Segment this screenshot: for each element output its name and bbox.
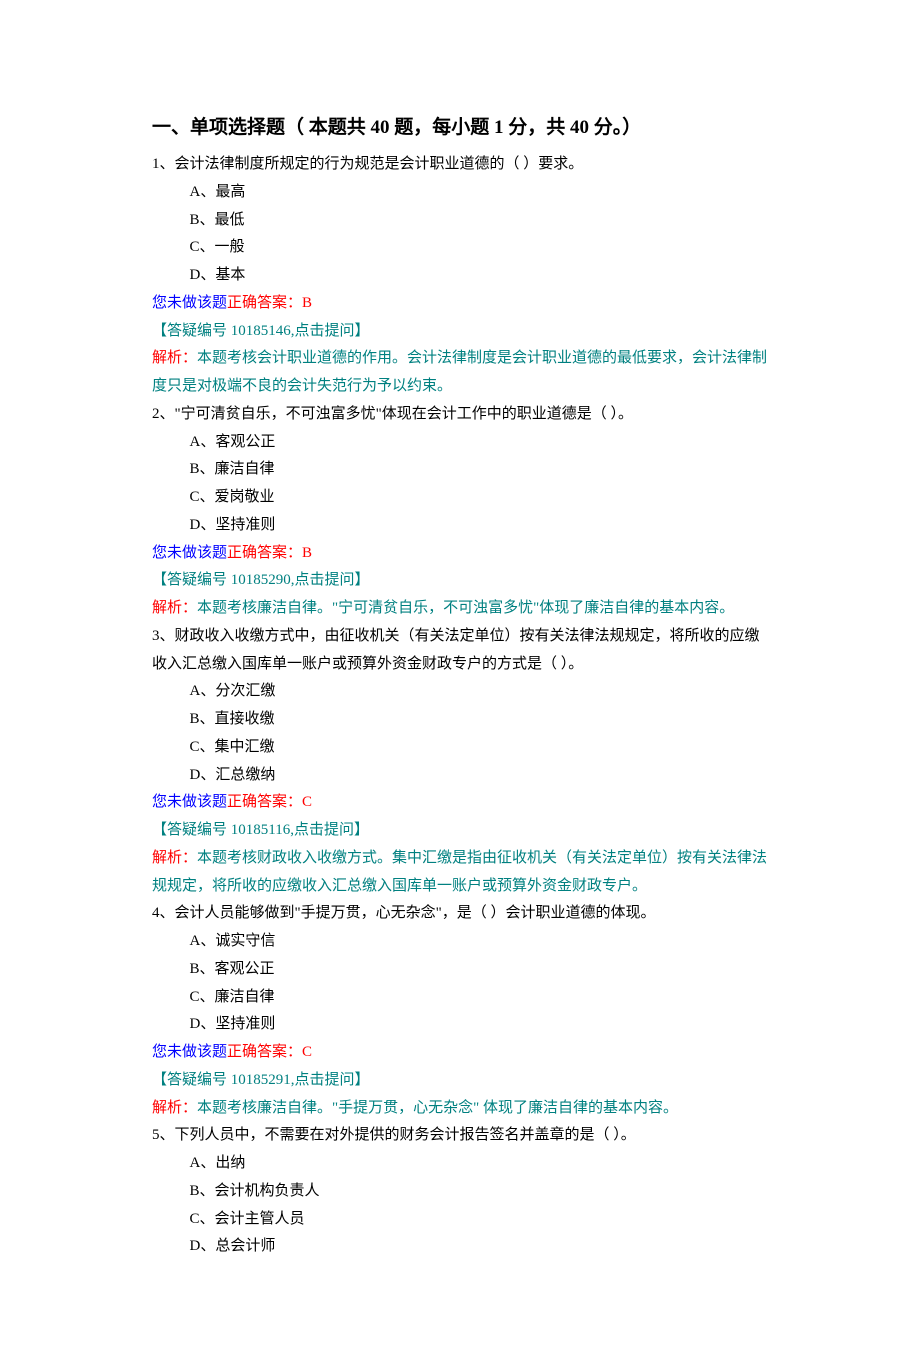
reference-link[interactable]: 【答疑编号 10185146,点击提问】 [152, 318, 768, 346]
ref-suffix: ,点击提问】 [291, 323, 370, 339]
correct-answer-label: 正确答案： [227, 545, 302, 561]
correct-answer-label: 正确答案： [227, 295, 302, 311]
analysis-body: 本题考核廉洁自律。"手提万贯，心无杂念" 体现了廉洁自律的基本内容。 [197, 1100, 678, 1116]
not-done-label: 您未做该题 [152, 1044, 227, 1060]
not-done-label: 您未做该题 [152, 794, 227, 810]
option-d: D、汇总缴纳 [152, 762, 768, 790]
ref-suffix: ,点击提问】 [291, 572, 370, 588]
ref-prefix: 【答疑编号 [152, 822, 231, 838]
analysis-body: 本题考核廉洁自律。"宁可清贫自乐，不可浊富多忧"体现了廉洁自律的基本内容。 [197, 600, 734, 616]
option-c: C、一般 [152, 234, 768, 262]
answer-status: 您未做该题正确答案：B [152, 290, 768, 318]
analysis-label: 解析： [152, 600, 197, 616]
ref-number: 10185290 [231, 572, 291, 588]
ref-prefix: 【答疑编号 [152, 1072, 231, 1088]
option-c: C、集中汇缴 [152, 734, 768, 762]
reference-link[interactable]: 【答疑编号 10185291,点击提问】 [152, 1067, 768, 1095]
correct-answer-value: C [302, 794, 312, 810]
option-b: B、会计机构负责人 [152, 1178, 768, 1206]
option-c: C、廉洁自律 [152, 984, 768, 1012]
analysis-text: 解析：本题考核廉洁自律。"手提万贯，心无杂念" 体现了廉洁自律的基本内容。 [152, 1095, 768, 1123]
answer-status: 您未做该题正确答案：C [152, 1039, 768, 1067]
not-done-label: 您未做该题 [152, 295, 227, 311]
analysis-body: 本题考核会计职业道德的作用。会计法律制度是会计职业道德的最低要求，会计法律制度只… [152, 350, 767, 394]
question-text: 1、会计法律制度所规定的行为规范是会计职业道德的（ ）要求。 [152, 151, 768, 179]
question-number: 5、 [152, 1127, 175, 1143]
option-c: C、会计主管人员 [152, 1206, 768, 1234]
ref-suffix: ,点击提问】 [290, 822, 369, 838]
correct-answer-value: B [302, 545, 312, 561]
ref-number: 10185146 [231, 323, 291, 339]
question-number: 3、 [152, 628, 175, 644]
analysis-label: 解析： [152, 350, 197, 366]
reference-link[interactable]: 【答疑编号 10185290,点击提问】 [152, 567, 768, 595]
reference-link[interactable]: 【答疑编号 10185116,点击提问】 [152, 817, 768, 845]
ref-prefix: 【答疑编号 [152, 323, 231, 339]
option-b: B、客观公正 [152, 956, 768, 984]
option-a: A、最高 [152, 179, 768, 207]
option-d: D、坚持准则 [152, 1011, 768, 1039]
question-body: 会计法律制度所规定的行为规范是会计职业道德的（ ）要求。 [175, 156, 584, 172]
ref-suffix: ,点击提问】 [291, 1072, 370, 1088]
option-d: D、基本 [152, 262, 768, 290]
analysis-text: 解析：本题考核廉洁自律。"宁可清贫自乐，不可浊富多忧"体现了廉洁自律的基本内容。 [152, 595, 768, 623]
section-title: 一、单项选择题（ 本题共 40 题，每小题 1 分，共 40 分。） [152, 110, 768, 145]
correct-answer-label: 正确答案： [227, 794, 302, 810]
question-body: 下列人员中，不需要在对外提供的财务会计报告签名并盖章的是（ ）。 [175, 1127, 636, 1143]
answer-status: 您未做该题正确答案：C [152, 789, 768, 817]
question-body: "宁可清贫自乐，不可浊富多忧"体现在会计工作中的职业道德是（ ）。 [175, 406, 634, 422]
option-b: B、最低 [152, 207, 768, 235]
correct-answer-value: B [302, 295, 312, 311]
analysis-label: 解析： [152, 850, 197, 866]
question-text: 3、财政收入收缴方式中，由征收机关（有关法定单位）按有关法律法规规定，将所收的应… [152, 623, 768, 679]
option-a: A、出纳 [152, 1150, 768, 1178]
question-body: 财政收入收缴方式中，由征收机关（有关法定单位）按有关法律法规规定，将所收的应缴收… [152, 628, 760, 672]
ref-number: 10185291 [231, 1072, 291, 1088]
question-text: 5、下列人员中，不需要在对外提供的财务会计报告签名并盖章的是（ ）。 [152, 1122, 768, 1150]
option-d: D、坚持准则 [152, 512, 768, 540]
ref-number: 10185116 [231, 822, 290, 838]
question-text: 2、"宁可清贫自乐，不可浊富多忧"体现在会计工作中的职业道德是（ ）。 [152, 401, 768, 429]
question-number: 1、 [152, 156, 175, 172]
option-b: B、直接收缴 [152, 706, 768, 734]
ref-prefix: 【答疑编号 [152, 572, 231, 588]
analysis-text: 解析：本题考核财政收入收缴方式。集中汇缴是指由征收机关（有关法定单位）按有关法律… [152, 845, 768, 901]
option-a: A、分次汇缴 [152, 678, 768, 706]
option-a: A、诚实守信 [152, 928, 768, 956]
option-b: B、廉洁自律 [152, 456, 768, 484]
option-c: C、爱岗敬业 [152, 484, 768, 512]
analysis-text: 解析：本题考核会计职业道德的作用。会计法律制度是会计职业道德的最低要求，会计法律… [152, 345, 768, 401]
question-number: 2、 [152, 406, 175, 422]
correct-answer-value: C [302, 1044, 312, 1060]
question-body: 会计人员能够做到"手提万贯，心无杂念"，是（ ）会计职业道德的体现。 [175, 905, 656, 921]
analysis-label: 解析： [152, 1100, 197, 1116]
question-number: 4、 [152, 905, 175, 921]
not-done-label: 您未做该题 [152, 545, 227, 561]
analysis-body: 本题考核财政收入收缴方式。集中汇缴是指由征收机关（有关法定单位）按有关法律法规规… [152, 850, 767, 894]
correct-answer-label: 正确答案： [227, 1044, 302, 1060]
question-text: 4、会计人员能够做到"手提万贯，心无杂念"，是（ ）会计职业道德的体现。 [152, 900, 768, 928]
answer-status: 您未做该题正确答案：B [152, 540, 768, 568]
option-d: D、总会计师 [152, 1233, 768, 1261]
option-a: A、客观公正 [152, 429, 768, 457]
